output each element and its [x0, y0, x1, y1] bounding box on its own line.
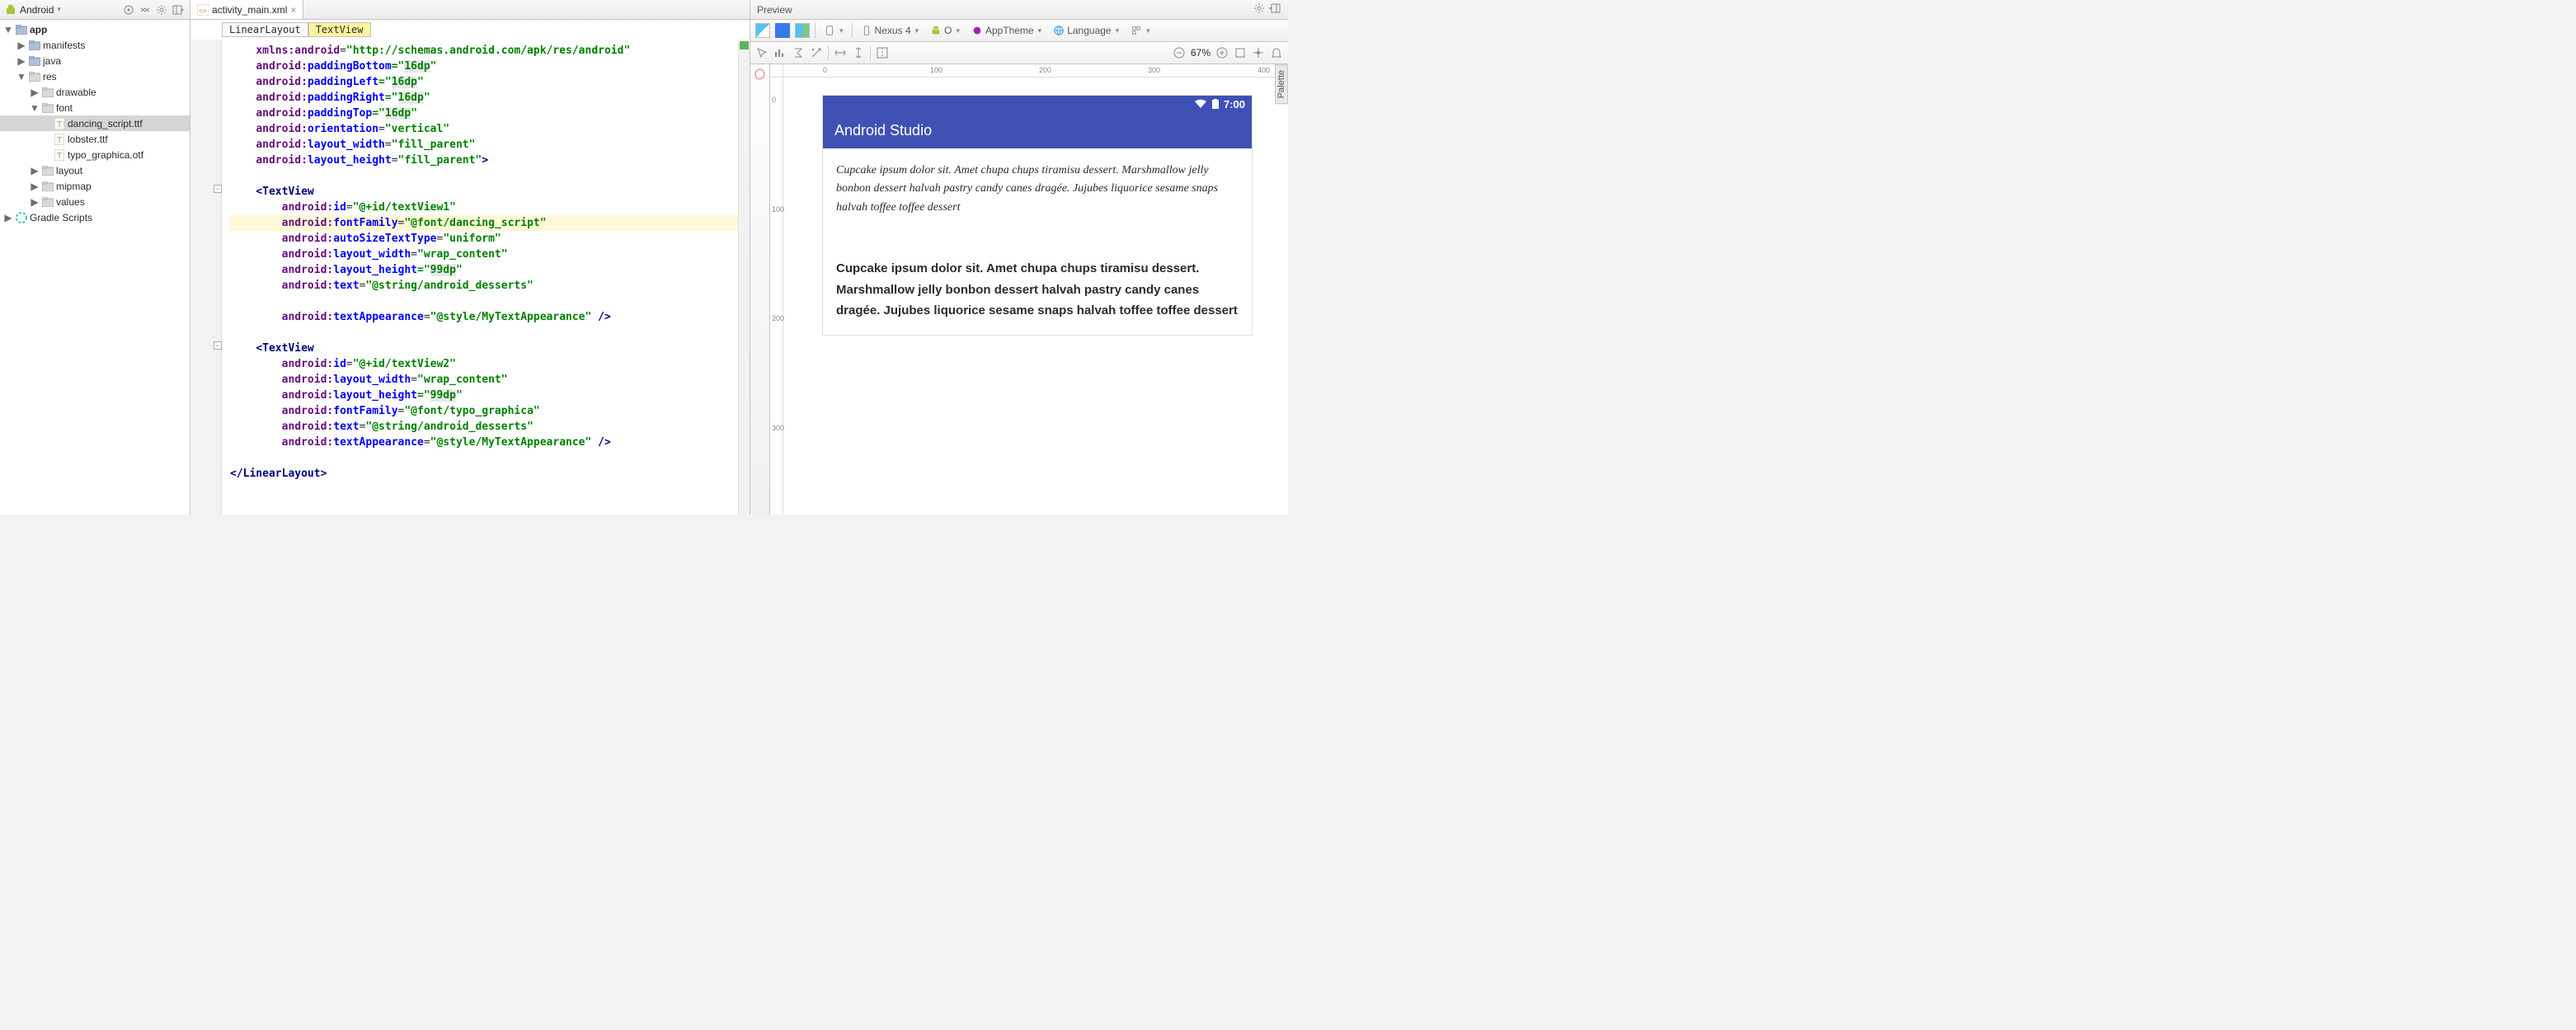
error-stripe[interactable]	[738, 40, 750, 515]
expand-h-icon[interactable]	[834, 46, 847, 59]
zoom-level: 67%	[1191, 47, 1210, 59]
theme-select[interactable]: AppTheme	[968, 23, 1045, 38]
guideline-icon[interactable]	[876, 46, 889, 59]
pan-icon[interactable]	[1252, 46, 1265, 59]
tree-gradle[interactable]: ▶Gradle Scripts	[0, 209, 190, 225]
fold-icon[interactable]: −	[214, 185, 222, 193]
preview-body: 0 100 200 300 400 0 100 200 300 Palette	[750, 64, 1288, 515]
ruler-vertical: 0 100 200 300	[770, 78, 783, 515]
tree-mipmap[interactable]: ▶mipmap	[0, 178, 190, 194]
breadcrumb-textview[interactable]: TextView	[308, 22, 371, 37]
device-appbar: Android Studio	[823, 112, 1252, 148]
font-file-icon: T	[53, 118, 66, 129]
tree-app[interactable]: ▼app	[0, 21, 190, 37]
close-tab-icon[interactable]: ×	[290, 4, 296, 16]
palette-icon-strip	[750, 64, 770, 515]
preview-panel: Preview Nexus 4 O AppTheme Language	[750, 0, 1288, 515]
code-editor[interactable]: − − xmlns:android="http://schemas.androi…	[190, 40, 750, 515]
magic-icon[interactable]	[810, 46, 823, 59]
textview-2[interactable]: Cupcake ipsum dolor sit. Amet chupa chup…	[836, 258, 1239, 322]
sigma-icon[interactable]	[792, 46, 805, 59]
orientation-button[interactable]	[820, 23, 847, 38]
variant-select[interactable]	[1127, 23, 1154, 38]
both-view-icon[interactable]	[795, 23, 810, 38]
preview-header: Preview	[750, 0, 1288, 20]
design-view-icon[interactable]	[755, 23, 770, 38]
code-text[interactable]: xmlns:android="http://schemas.android.co…	[222, 40, 738, 515]
expand-v-icon[interactable]	[852, 46, 865, 59]
breadcrumb: LinearLayout TextView	[190, 20, 750, 40]
zoom-in-icon[interactable]	[1215, 46, 1229, 59]
device-clock: 7:00	[1224, 98, 1245, 111]
fit-icon[interactable]	[1234, 46, 1247, 59]
target-icon[interactable]	[122, 3, 135, 16]
bell-icon[interactable]	[1270, 46, 1283, 59]
gradle-icon	[15, 212, 28, 223]
palette-tab[interactable]: Palette	[1275, 64, 1288, 104]
preview-title: Preview	[757, 4, 792, 16]
select-icon[interactable]	[755, 46, 769, 59]
battery-icon	[1212, 99, 1219, 109]
api-select[interactable]: O	[927, 23, 963, 38]
svg-text:T: T	[57, 152, 62, 161]
editor-panel: <> activity_main.xml × LinearLayout Text…	[190, 0, 750, 515]
collapse-icon[interactable]	[139, 3, 152, 16]
tree-res[interactable]: ▼res	[0, 68, 190, 84]
fold-icon[interactable]: −	[214, 341, 222, 350]
palette-icon[interactable]	[754, 68, 767, 81]
project-view-label[interactable]: Android	[20, 4, 54, 16]
tree-file-lobster[interactable]: Tlobster.ttf	[0, 131, 190, 147]
xml-file-icon: <>	[197, 4, 209, 16]
android-icon	[5, 4, 16, 16]
zoom-out-icon[interactable]	[1173, 46, 1186, 59]
svg-text:T: T	[57, 120, 62, 129]
tree-manifests[interactable]: ▶manifests	[0, 37, 190, 53]
textview-1[interactable]: Cupcake ipsum dolor sit. Amet chupa chup…	[836, 162, 1239, 217]
device-statusbar: 7:00	[823, 96, 1252, 112]
dropdown-icon[interactable]: ▾	[57, 5, 61, 14]
tab-activity-main[interactable]: <> activity_main.xml ×	[190, 0, 303, 19]
gear-icon[interactable]	[1253, 2, 1266, 15]
hide-panel-icon[interactable]	[172, 3, 185, 16]
chart-icon[interactable]	[773, 46, 787, 59]
font-file-icon: T	[53, 149, 66, 161]
gear-icon[interactable]	[155, 3, 168, 16]
language-select[interactable]: Language	[1050, 23, 1122, 38]
status-ok-icon	[740, 41, 749, 49]
device-select[interactable]: Nexus 4	[858, 23, 923, 38]
preview-toolbar-2: 67%	[750, 42, 1288, 64]
ruler-horizontal: 0 100 200 300 400	[783, 64, 1288, 78]
wifi-icon	[1194, 99, 1207, 109]
svg-text:T: T	[57, 136, 62, 145]
tree-layout[interactable]: ▶layout	[0, 162, 190, 178]
device-content: Cupcake ipsum dolor sit. Amet chupa chup…	[823, 148, 1252, 335]
tree-file-typo[interactable]: Ttypo_graphica.otf	[0, 147, 190, 162]
tree-java[interactable]: ▶java	[0, 53, 190, 68]
svg-text:<>: <>	[199, 7, 207, 15]
ruler-corner	[770, 64, 783, 78]
breadcrumb-linearlayout[interactable]: LinearLayout	[222, 22, 308, 37]
tree-file-dancing[interactable]: Tdancing_script.ttf	[0, 115, 190, 131]
project-tree[interactable]: ▼app ▶manifests ▶java ▼res ▶drawable ▼fo…	[0, 20, 190, 515]
project-panel: Android ▾ ▼app ▶manifests ▶java ▼res ▶dr…	[0, 0, 190, 515]
preview-toolbar-1: Nexus 4 O AppTheme Language	[750, 20, 1288, 42]
hide-panel-icon[interactable]	[1268, 2, 1281, 15]
preview-canvas[interactable]: 0 100 200 300 400 0 100 200 300 Palette	[770, 64, 1288, 515]
tree-drawable[interactable]: ▶drawable	[0, 84, 190, 100]
device-frame[interactable]: 7:00 Android Studio Cupcake ipsum dolor …	[823, 96, 1252, 335]
gutter: − −	[190, 40, 222, 515]
blueprint-view-icon[interactable]	[775, 23, 790, 38]
editor-tabs: <> activity_main.xml ×	[190, 0, 750, 20]
project-toolbar: Android ▾	[0, 0, 190, 20]
font-file-icon: T	[53, 134, 66, 145]
tree-font[interactable]: ▼font	[0, 100, 190, 115]
tree-values[interactable]: ▶values	[0, 194, 190, 209]
